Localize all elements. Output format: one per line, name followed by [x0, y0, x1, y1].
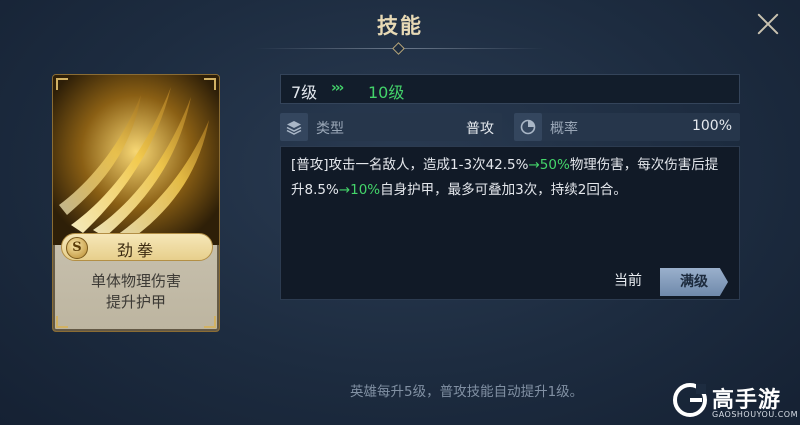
max-level-button[interactable]: 满级 [660, 268, 728, 296]
skill-summary-line: 提升护甲 [105, 293, 166, 311]
title-ornament [392, 42, 405, 55]
desc-upgrade-value: →10% [338, 182, 381, 198]
chance-attribute: 概率 100% [514, 113, 740, 141]
skill-name-plate: S 劲拳 [61, 233, 213, 261]
skill-summary-line: 单体物理伤害 [90, 272, 181, 290]
chance-label: 概率 [550, 121, 578, 137]
close-icon[interactable] [752, 8, 784, 40]
type-label: 类型 [316, 121, 344, 137]
level-bar: 7级 ››› 10级 [280, 74, 740, 104]
type-attribute: 类型 普攻 [280, 113, 502, 141]
skill-summary: 单体物理伤害 提升护甲 [53, 271, 219, 313]
card-corner [56, 78, 68, 90]
skill-description: [普攻]攻击一名敌人，造成1-3次42.5%→50%物理伤害，每次伤害后提升8.… [291, 153, 731, 203]
card-corner [204, 316, 216, 328]
page-title: 技能 [377, 14, 423, 38]
current-level: 7级 [291, 83, 318, 102]
skill-art-image [53, 75, 219, 245]
type-value: 普攻 [466, 121, 494, 137]
chance-value: 100% [691, 118, 732, 134]
brand-url: GAOSHOUYOU.COM [712, 410, 799, 419]
desc-text: [普攻]攻击一名敌人，造成1-3次42.5% [291, 157, 529, 173]
brand-logo-icon [673, 383, 707, 417]
footer-note: 英雄每升5级，普攻技能自动提升1级。 [350, 384, 584, 400]
watermark-logo: 高手游 GAOSHOUYOU.COM [672, 382, 799, 422]
skill-name: 劲拳 [116, 241, 157, 260]
skill-card: S 劲拳 单体物理伤害 提升护甲 [52, 74, 220, 332]
level-arrows-icon: ››› [331, 80, 344, 96]
desc-text: 自身护甲，最多可叠加3次，持续2回合。 [380, 182, 627, 198]
max-level: 10级 [368, 83, 405, 102]
card-corner [204, 78, 216, 90]
layers-icon [280, 113, 308, 141]
card-corner [56, 316, 68, 328]
pie-chart-icon [514, 113, 542, 141]
current-level-button[interactable]: 当前 [606, 268, 650, 294]
desc-upgrade-value: →50% [528, 157, 570, 173]
